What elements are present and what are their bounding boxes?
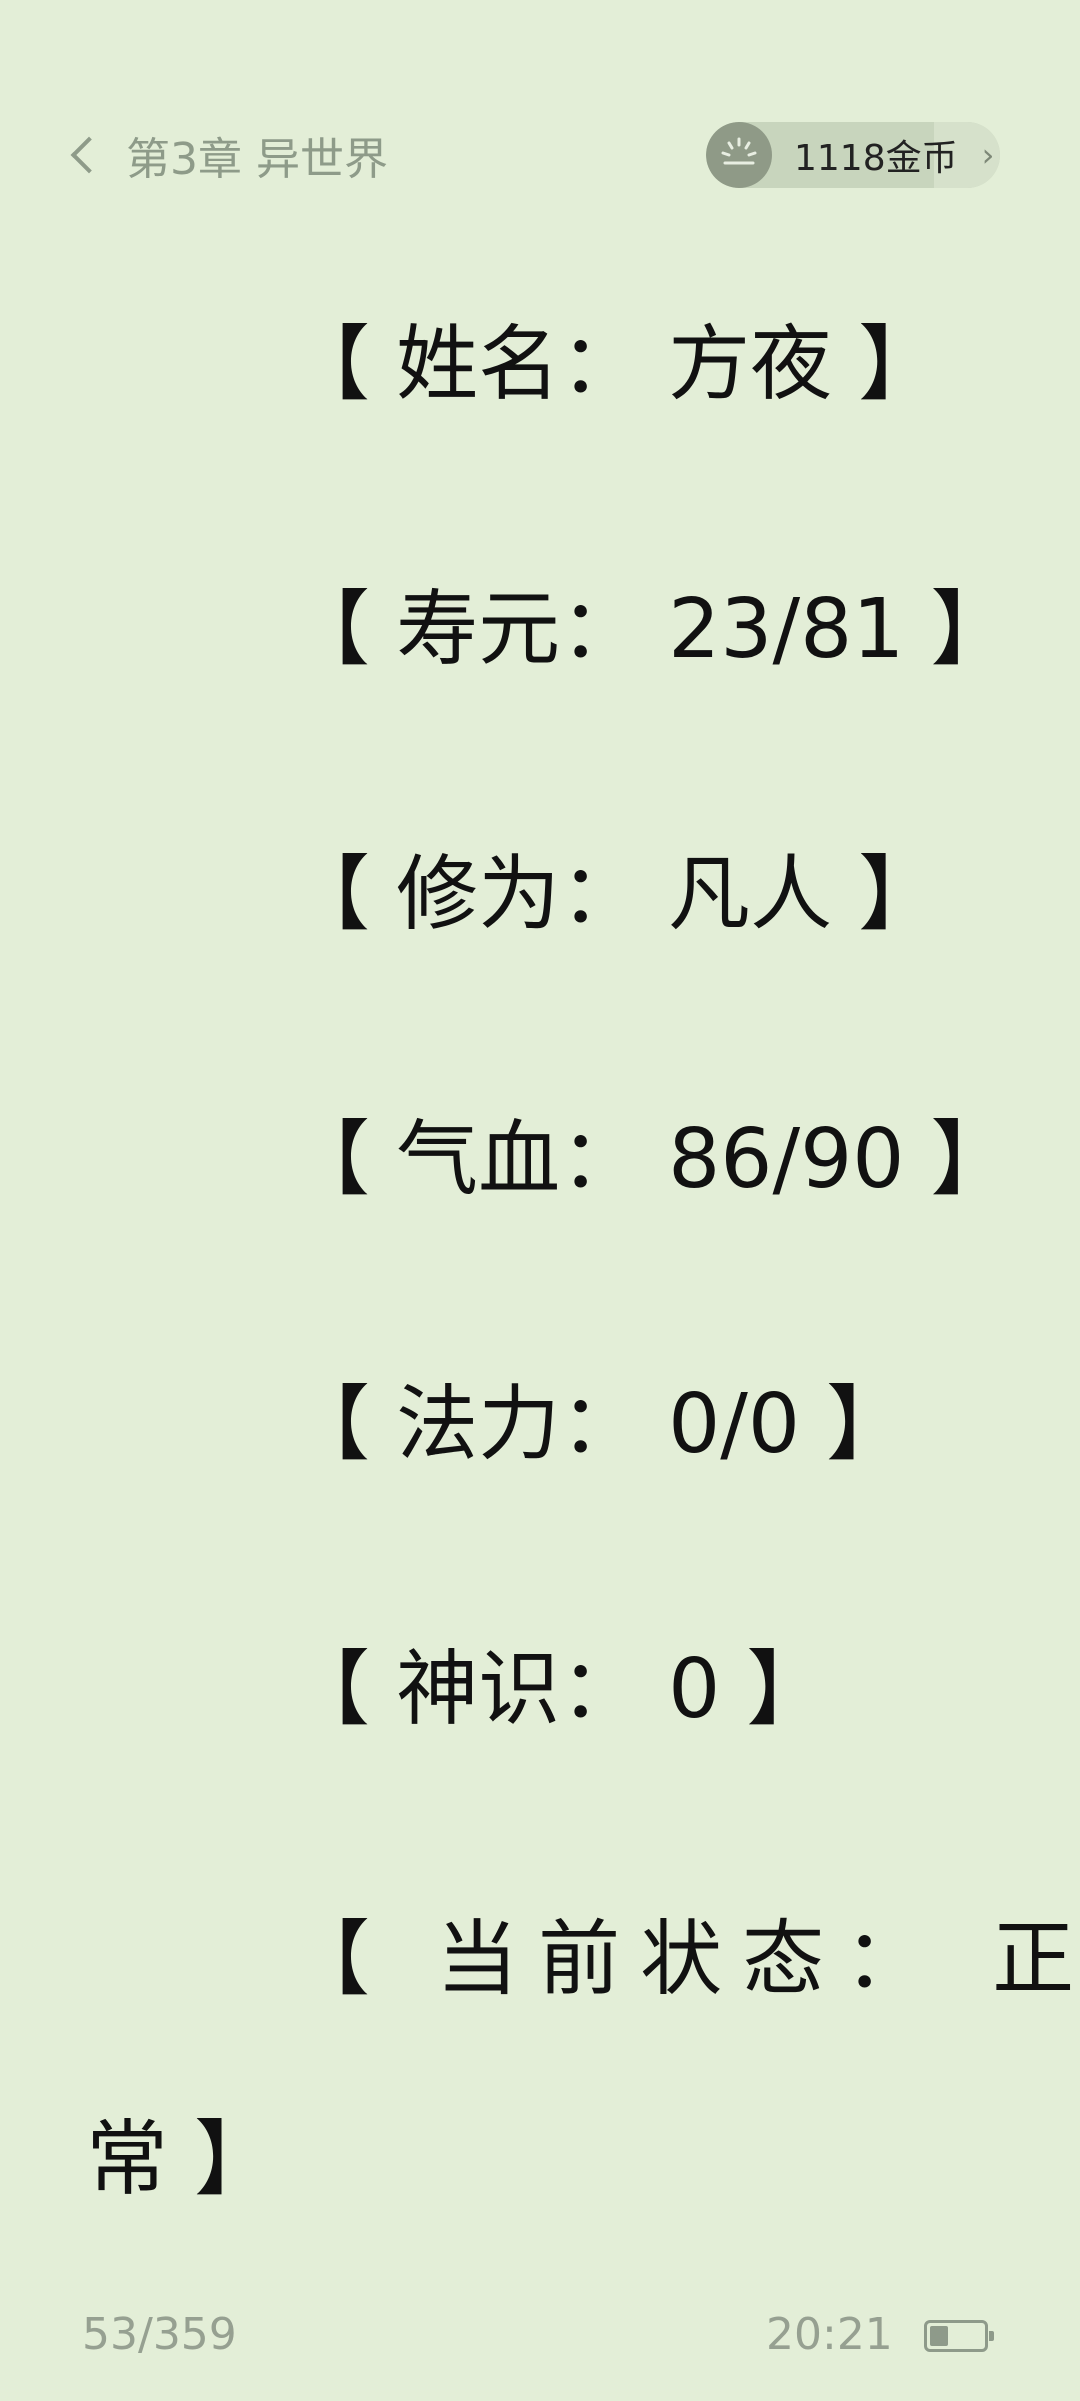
text-line: 【 修为： 凡人 】 bbox=[288, 847, 941, 942]
text-line: 【 气血： 86/90 】 bbox=[288, 1112, 1013, 1207]
coin-spinner-icon bbox=[706, 122, 772, 188]
clock: 20:21 bbox=[766, 2309, 893, 2360]
coins-button[interactable]: 1118金币 › bbox=[706, 122, 1000, 188]
text-line: 【 神识： 0 】 bbox=[288, 1642, 829, 1737]
coins-label: 1118金币 bbox=[794, 138, 958, 179]
text-line: 【 寿元： 23/81 】 bbox=[288, 582, 1013, 677]
text-line: 【 当前状态： 正 bbox=[288, 1912, 1080, 2007]
page-indicator: 53/359 bbox=[82, 2309, 237, 2360]
chevron-left-icon bbox=[70, 136, 108, 174]
text-line: 【 姓名： 方夜 】 bbox=[288, 317, 941, 412]
back-button[interactable]: 第3章 异世界 bbox=[68, 110, 388, 200]
battery-icon bbox=[924, 2320, 994, 2352]
chevron-right-icon: › bbox=[981, 136, 995, 174]
text-line: 常 】 bbox=[86, 2112, 277, 2207]
footer-bar: 53/359 20:21 bbox=[0, 2300, 1080, 2370]
chapter-title: 第3章 异世界 bbox=[126, 134, 388, 185]
text-line: 【 法力： 0/0 】 bbox=[288, 1377, 909, 1472]
battery-fill bbox=[930, 2326, 948, 2346]
top-bar: 第3章 异世界 1118金币 › bbox=[0, 110, 1080, 200]
